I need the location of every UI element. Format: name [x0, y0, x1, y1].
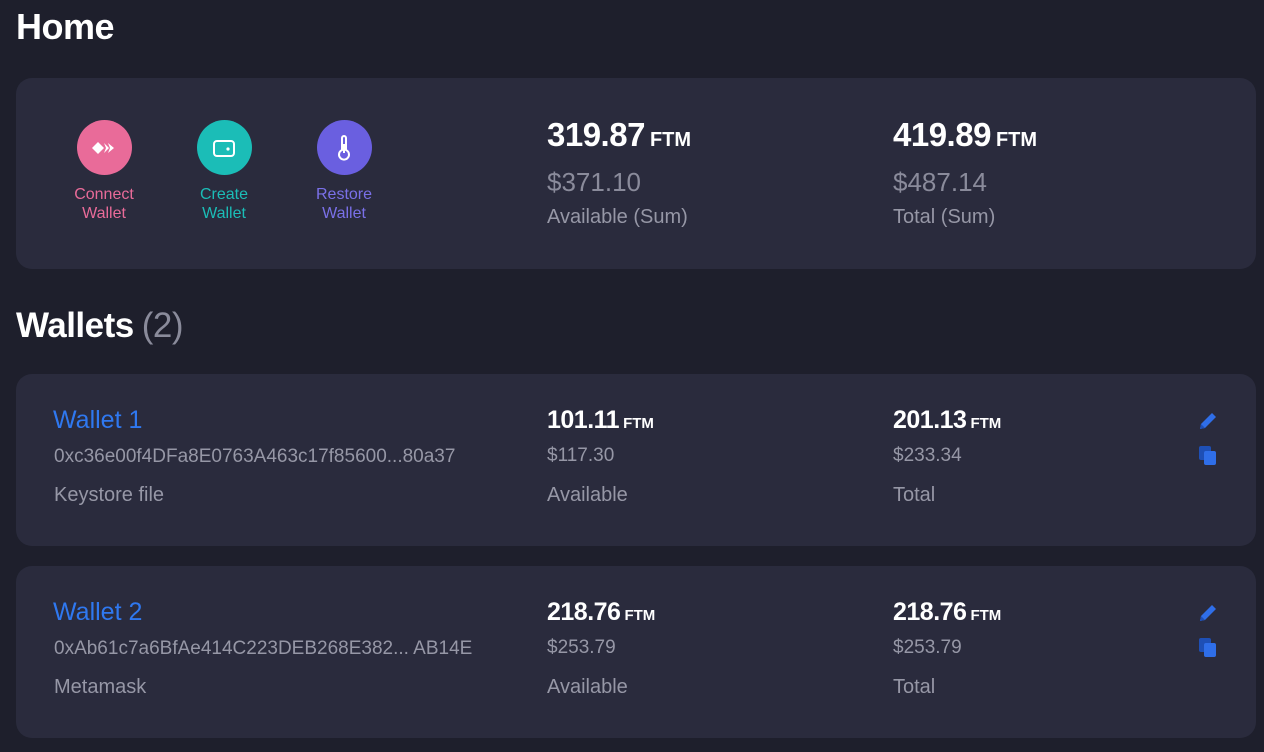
wallet-total-amount: 201.13 FTM	[893, 406, 1002, 434]
wallet-name-link[interactable]: Wallet 2	[53, 598, 142, 627]
diamond-arrows-icon	[92, 141, 114, 154]
wallet-address: 0xc36e00f4DFa8E0763A463c17f85600...80a37	[54, 446, 456, 467]
wallet-total-usd: $253.79	[893, 637, 962, 658]
copy-icon	[1199, 446, 1216, 465]
restore-wallet-icon-circle	[316, 120, 372, 175]
wallet-icon	[213, 139, 235, 157]
wallets-section-title: Wallets (2)	[16, 306, 184, 345]
summary-card: Connect Wallet Create Wallet Restore Wal…	[16, 78, 1256, 269]
total-sum-amount: 419.89 FTM	[893, 116, 1038, 153]
wallet-type: Keystore file	[54, 484, 165, 506]
wallet-available-usd: $253.79	[547, 637, 616, 658]
available-sum-label: Available (Sum)	[547, 206, 688, 228]
restore-wallet-button[interactable]: Restore Wallet	[284, 120, 404, 223]
total-sum-label: Total (Sum)	[893, 206, 996, 228]
connect-wallet-label: Connect Wallet	[74, 186, 134, 222]
page-title: Home	[16, 6, 115, 47]
connect-wallet-button[interactable]: Connect Wallet	[44, 120, 164, 223]
create-wallet-icon-circle	[196, 120, 252, 175]
wallet-available-amount: 218.76 FTM	[547, 598, 656, 626]
connect-wallet-icon-circle	[76, 120, 132, 175]
wallet-name-link[interactable]: Wallet 1	[53, 406, 142, 435]
thermometer-icon	[338, 134, 350, 160]
copy-address-button[interactable]	[1196, 636, 1220, 660]
edit-wallet-button[interactable]	[1196, 409, 1220, 433]
wallet-card: Wallet 1 0xc36e00f4DFa8E0763A463c17f8560…	[16, 374, 1256, 546]
wallet-total-amount: 218.76 FTM	[893, 598, 1002, 626]
wallet-available-usd: $117.30	[547, 445, 615, 466]
wallet-total-usd: $233.34	[893, 445, 962, 466]
copy-icon	[1199, 638, 1216, 657]
pencil-icon	[1200, 605, 1216, 621]
wallet-total-label: Total	[893, 484, 936, 506]
copy-address-button[interactable]	[1196, 444, 1220, 468]
create-wallet-button[interactable]: Create Wallet	[164, 120, 284, 223]
total-sum-usd: $487.14	[893, 167, 987, 197]
available-sum-amount: 319.87 FTM	[547, 116, 692, 153]
home-page: Home Connect Wallet Create Wallet Restor…	[0, 0, 1264, 752]
available-sum-usd: $371.10	[547, 167, 641, 197]
wallets-count: (2)	[141, 306, 184, 345]
wallet-type: Metamask	[54, 676, 147, 698]
wallet-total-label: Total	[893, 676, 936, 698]
edit-wallet-button[interactable]	[1196, 601, 1220, 625]
wallet-available-label: Available	[547, 484, 628, 506]
pencil-icon	[1200, 413, 1216, 429]
wallet-card: Wallet 2 0xAb61c7a6BfAe414C223DEB268E382…	[16, 566, 1256, 738]
wallet-available-amount: 101.11 FTM	[547, 406, 654, 434]
restore-wallet-label: Restore Wallet	[315, 186, 373, 222]
wallet-address: 0xAb61c7a6BfAe414C223DEB268E382... AB14E	[54, 638, 473, 659]
create-wallet-label: Create Wallet	[199, 186, 249, 222]
wallet-available-label: Available	[547, 676, 628, 698]
